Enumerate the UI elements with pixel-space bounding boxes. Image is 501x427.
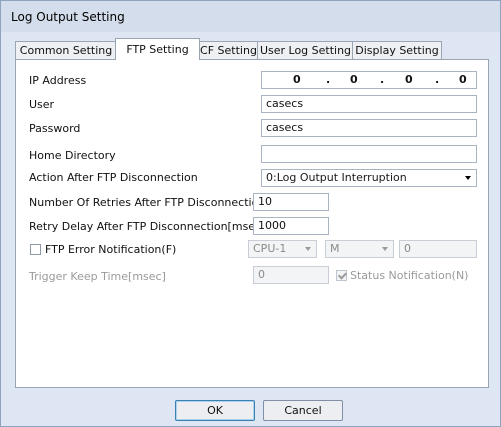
status-notification-checkbox[interactable] — [336, 270, 347, 281]
chevron-down-icon — [382, 247, 388, 251]
ftp-setting-panel: IP Address 0 . 0 . 0 . 0 User casecs Pas… — [15, 59, 489, 388]
retries-input[interactable]: 10 — [253, 193, 329, 211]
tab-cf-setting[interactable]: CF Setting — [198, 41, 259, 59]
status-notification-label: Status Notification(N) — [350, 269, 469, 282]
password-input[interactable]: casecs — [261, 119, 477, 137]
ip-separator-3: . — [435, 73, 440, 86]
retries-label: Number Of Retries After FTP Disconnectio… — [29, 196, 266, 209]
password-label: Password — [29, 122, 81, 135]
trigger-keep-time-input[interactable]: 0 — [253, 266, 329, 284]
trigger-keep-time-label: Trigger Keep Time[msec] — [29, 270, 166, 283]
window-title: Log Output Setting — [11, 10, 125, 24]
ip-octet-4: 0 — [459, 73, 467, 86]
action-selected-value: 0:Log Output Interruption — [266, 171, 407, 184]
device-number-input[interactable]: 0 — [399, 240, 477, 258]
device-selected-value: M — [330, 242, 340, 255]
cpu-selected-value: CPU-1 — [253, 242, 287, 255]
user-label: User — [29, 98, 55, 111]
retry-delay-input[interactable]: 1000 — [253, 217, 329, 235]
ip-octet-2: 0 — [350, 73, 358, 86]
ip-separator-1: . — [326, 73, 331, 86]
user-input[interactable]: casecs — [261, 95, 477, 113]
cpu-select[interactable]: CPU-1 — [248, 240, 317, 258]
tab-display-setting[interactable]: Display Setting — [352, 41, 442, 59]
tab-user-log-setting[interactable]: User Log Setting — [257, 41, 354, 59]
ip-address-label: IP Address — [29, 74, 87, 87]
ip-octet-3: 0 — [405, 73, 413, 86]
ftp-error-notification-label: FTP Error Notification(F) — [45, 243, 177, 256]
home-directory-input[interactable] — [261, 145, 477, 163]
device-select[interactable]: M — [325, 240, 394, 258]
cancel-button[interactable]: Cancel — [263, 400, 343, 421]
action-after-disconnection-select[interactable]: 0:Log Output Interruption — [261, 169, 477, 187]
ftp-error-notification-checkbox[interactable] — [30, 244, 41, 255]
chevron-down-icon — [465, 176, 471, 180]
tab-common-setting[interactable]: Common Setting — [15, 41, 117, 59]
tab-ftp-setting[interactable]: FTP Setting — [115, 38, 200, 60]
log-output-setting-dialog: Log Output Setting Common Setting FTP Se… — [0, 0, 501, 427]
chevron-down-icon — [305, 247, 311, 251]
retry-delay-label: Retry Delay After FTP Disconnection[msec… — [29, 220, 266, 233]
home-directory-label: Home Directory — [29, 149, 116, 162]
ip-separator-2: . — [380, 73, 385, 86]
title-bar: Log Output Setting — [1, 1, 500, 32]
ip-octet-1: 0 — [293, 73, 301, 86]
ok-button[interactable]: OK — [175, 400, 255, 421]
ip-address-field[interactable]: 0 . 0 . 0 . 0 — [261, 71, 477, 89]
action-after-disconnection-label: Action After FTP Disconnection — [29, 171, 198, 184]
